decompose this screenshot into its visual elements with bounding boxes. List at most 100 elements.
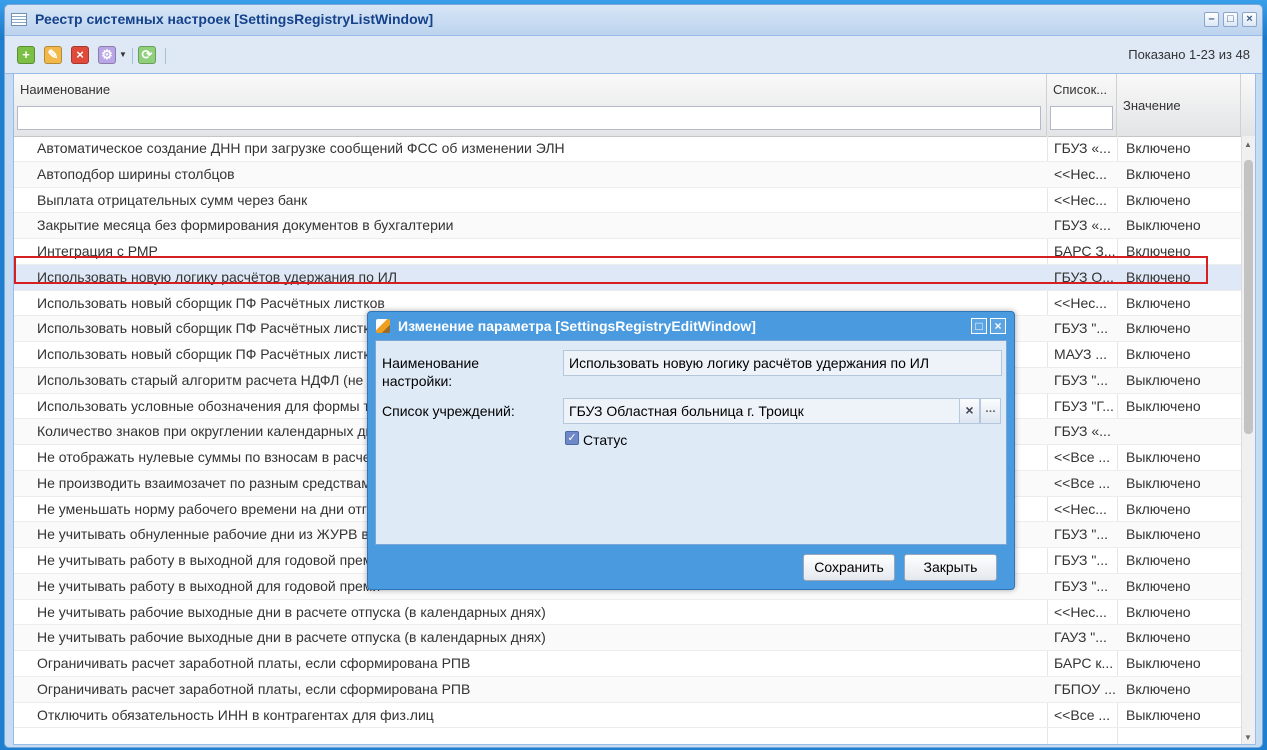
cell-name: Использовать новый сборщик ПФ Расчётных …: [37, 294, 385, 311]
cell-value: Включено: [1126, 191, 1191, 208]
scroll-up-icon[interactable]: ▲: [1244, 140, 1252, 149]
cell-value: Выключено: [1126, 526, 1201, 543]
window-title: Реестр системных настроек [SettingsRegis…: [35, 11, 434, 27]
cell-value: Включено: [1126, 552, 1191, 568]
cell-value: Выключено: [1126, 397, 1201, 414]
cell-value: Включено: [1126, 140, 1191, 156]
cell-list: <<Все ...: [1054, 474, 1111, 491]
cell-list: ГБПОУ ...: [1054, 680, 1116, 697]
minimize-icon[interactable]: –: [1204, 12, 1219, 27]
dialog-form: Наименование настройки: Использовать нов…: [375, 340, 1007, 545]
paging-info: Показано 1-23 из 48: [1128, 47, 1250, 62]
save-button[interactable]: Сохранить: [803, 554, 895, 581]
cell-list: ГБУЗ «...: [1054, 423, 1111, 440]
scrollbar-thumb[interactable]: [1244, 160, 1253, 434]
pencil-edit-icon: [376, 319, 390, 333]
toolbar-separator: [132, 48, 133, 64]
cell-list: <<Все ...: [1054, 706, 1111, 723]
name-filter-input[interactable]: [17, 106, 1041, 130]
maximize-icon[interactable]: □: [971, 318, 987, 334]
table-row[interactable]: Не учитывать рабочие выходные дни в расч…: [14, 600, 1242, 626]
close-icon[interactable]: ×: [1242, 12, 1257, 27]
scroll-down-icon[interactable]: ▼: [1244, 733, 1252, 742]
cell-value: Включено: [1126, 346, 1191, 362]
table-row[interactable]: Отключить обязательность ИНН в контраген…: [14, 703, 1242, 729]
grid-scrollbar[interactable]: ▲ ▼: [1241, 136, 1255, 744]
cell-list: <<Все ...: [1054, 449, 1111, 465]
grid-header: Наименование Список... Значение: [14, 74, 1255, 137]
cell-name: Автоподбор ширины столбцов: [37, 165, 235, 182]
table-row[interactable]: Автоматическое создание ДНН при загрузке…: [14, 136, 1242, 162]
chevron-down-icon[interactable]: ▼: [119, 50, 127, 59]
refresh-icon[interactable]: ⟳: [138, 46, 156, 64]
cell-list: ГБУЗ "...: [1054, 371, 1109, 388]
toolbar-separator: [165, 48, 166, 64]
column-label: Список...: [1053, 82, 1108, 97]
settings-menu-icon[interactable]: ⚙: [98, 46, 116, 64]
toolbar: + ✎ × ⚙ ▼ ⟳ Показано 1-23 из 48: [5, 36, 1262, 74]
edit-setting-dialog: Изменение параметра [SettingsRegistryEdi…: [367, 311, 1015, 590]
cell-value: Выключено: [1126, 474, 1201, 491]
column-name-header[interactable]: Наименование: [14, 74, 1047, 136]
dialog-titlebar[interactable]: Изменение параметра [SettingsRegistryEdi…: [368, 312, 1014, 340]
cell-value: Включено: [1126, 577, 1191, 594]
cell-value: Выключено: [1126, 655, 1201, 671]
cell-list: МАУЗ ...: [1054, 346, 1107, 362]
edit-icon[interactable]: ✎: [44, 46, 62, 64]
institutions-label: Список учреждений:: [382, 403, 515, 419]
table-row[interactable]: Автоподбор ширины столбцов <<Нес... Включе…: [14, 161, 1242, 188]
cell-name: Отключить обязательность ИНН в контраген…: [37, 706, 434, 723]
cell-name: Не учитывать рабочие выходные дни в расч…: [37, 629, 546, 646]
cell-value: Включено: [1126, 294, 1191, 311]
table-row[interactable]: Не учитывать рабочие выходные дни в расч…: [14, 625, 1242, 651]
table-row[interactable]: Ограничивать расчет заработной платы, ес…: [14, 676, 1242, 703]
cell-value: Выключено: [1126, 217, 1201, 234]
setting-name-field[interactable]: Использовать новую логику расчётов удерж…: [563, 350, 1002, 376]
cell-value: Выключено: [1126, 449, 1201, 465]
cell-value: Включено: [1126, 680, 1191, 697]
cell-list: ГБУЗ "...: [1054, 577, 1109, 594]
cell-value: Включено: [1126, 629, 1191, 646]
cell-name: Выплата отрицательных сумм через банк: [37, 191, 308, 208]
table-row[interactable]: Выплата отрицательных сумм через банк <<Н…: [14, 188, 1242, 214]
column-value-header[interactable]: Значение: [1117, 74, 1241, 136]
cell-name: Ограничивать расчет заработной платы, ес…: [37, 680, 471, 697]
cell-list: ГБУЗ «...: [1054, 217, 1111, 234]
institutions-field[interactable]: ГБУЗ Областная больница г. Троицк: [563, 398, 960, 424]
selected-row-highlight: [14, 256, 1208, 284]
list-filter-input[interactable]: [1050, 106, 1113, 130]
cell-value: Выключено: [1126, 706, 1201, 723]
cell-list: ГБУЗ "...: [1054, 552, 1109, 568]
cell-list: ГБУЗ "...: [1054, 526, 1109, 543]
name-label: Наименование настройки:: [382, 355, 480, 389]
table-row[interactable]: Ограничивать расчет заработной платы, ес…: [14, 651, 1242, 677]
window-titlebar[interactable]: Реестр системных настроек [SettingsRegis…: [5, 5, 1262, 36]
close-icon[interactable]: ×: [990, 318, 1006, 334]
close-button[interactable]: Закрыть: [904, 554, 997, 581]
cell-value: Включено: [1126, 320, 1191, 337]
cell-list: <<Нес...: [1054, 500, 1107, 517]
cell-name: Не учитывать рабочие выходные дни в расч…: [37, 603, 546, 620]
table-row[interactable]: Закрытие месяца без формирования докумен…: [14, 213, 1242, 239]
column-label: Наименование: [20, 82, 111, 97]
column-list-header[interactable]: Список...: [1047, 74, 1117, 136]
maximize-icon[interactable]: □: [1223, 12, 1238, 27]
ellipsis-select-icon[interactable]: …: [980, 398, 1001, 424]
cell-name: Автоматическое создание ДНН при загрузке…: [37, 140, 565, 156]
cell-list: ГБУЗ «...: [1054, 140, 1111, 156]
delete-icon[interactable]: ×: [71, 46, 89, 64]
status-checkbox[interactable]: ✓: [565, 431, 579, 445]
column-label: Значение: [1123, 98, 1181, 113]
add-icon[interactable]: +: [17, 46, 35, 64]
cell-list: <<Нес...: [1054, 165, 1107, 182]
cell-list: ГБУЗ "...: [1054, 320, 1109, 337]
cell-list: <<Нес...: [1054, 603, 1107, 620]
clear-icon[interactable]: ×: [959, 398, 980, 424]
cell-list: БАРС к...: [1054, 655, 1114, 671]
cell-value: Включено: [1126, 603, 1191, 620]
cell-list: <<Нес...: [1054, 294, 1107, 311]
cell-name: Закрытие месяца без формирования докумен…: [37, 217, 454, 234]
dialog-title: Изменение параметра [SettingsRegistryEdi…: [398, 318, 756, 334]
cell-list: ГАУЗ "...: [1054, 629, 1107, 646]
status-label: Статус: [583, 432, 628, 448]
